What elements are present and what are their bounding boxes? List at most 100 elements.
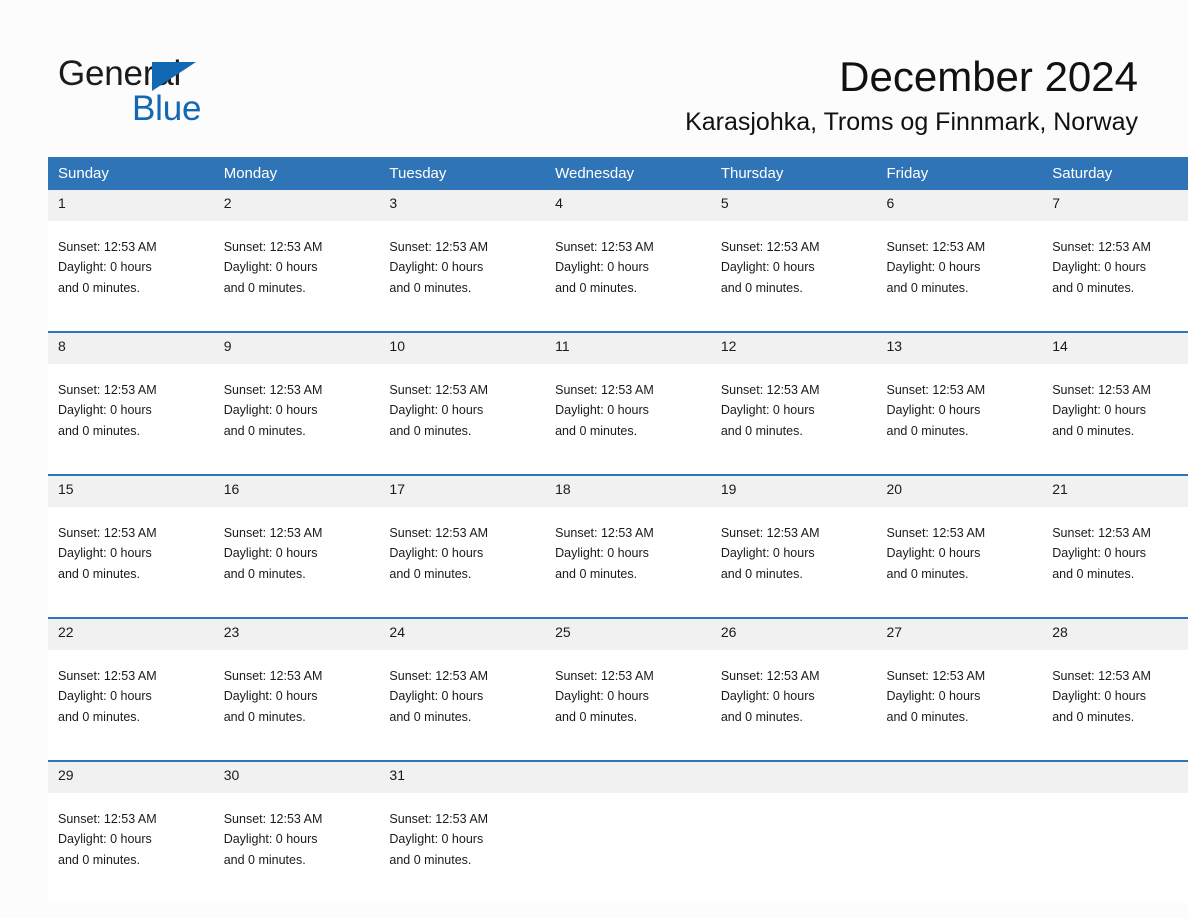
day-cell[interactable]: Sunset: 12:53 AM Daylight: 0 hours and 0 m… (213, 364, 380, 475)
day-sunset-text: Sunset: 12:53 AM (555, 240, 654, 254)
day-minutes-text: and 0 minutes. (58, 566, 140, 581)
day-cell[interactable]: Sunset: 12:53 AM Daylight: 0 hours and 0 m… (876, 650, 1043, 761)
day-cell[interactable]: Sunset: 12:53 AM Daylight: 0 hours and 0 m… (1042, 364, 1188, 475)
day-number[interactable]: 25 (545, 617, 711, 650)
day-daylight-text: Daylight: 0 hours (720, 260, 815, 275)
day-number[interactable]: 8 (48, 331, 214, 364)
day-number[interactable]: 6 (876, 190, 1043, 221)
day-number-empty (1042, 760, 1188, 793)
day-sunset-text: Sunset: 12:53 AM (58, 383, 157, 397)
day-number[interactable]: 11 (545, 331, 711, 364)
day-cell[interactable]: Sunset: 12:53 AM Daylight: 0 hours and 0 m… (710, 507, 877, 618)
day-minutes-text: and 0 minutes. (58, 852, 140, 867)
weekday-header-monday: Monday (213, 157, 380, 190)
day-daylight-text: Daylight: 0 hours (58, 260, 152, 275)
day-number[interactable]: 12 (710, 331, 877, 364)
day-cell[interactable]: Sunset: 12:53 AM Daylight: 0 hours and 0 m… (710, 364, 877, 475)
day-number[interactable]: 17 (379, 474, 546, 507)
day-daylight-text: Daylight: 0 hours (1052, 546, 1147, 561)
day-cell[interactable]: Sunset: 12:53 AM Daylight: 0 hours and 0 m… (710, 221, 877, 332)
day-cell[interactable]: Sunset: 12:53 AM Daylight: 0 hours and 0 m… (1042, 507, 1188, 618)
day-minutes-text: and 0 minutes. (720, 280, 803, 295)
day-number[interactable]: 9 (213, 331, 380, 364)
day-cell[interactable]: Sunset: 12:53 AM Daylight: 0 hours and 0 m… (48, 650, 214, 761)
day-cell[interactable]: Sunset: 12:53 AM Daylight: 0 hours and 0 m… (1042, 650, 1188, 761)
weekday-header-saturday: Saturday (1042, 157, 1188, 190)
day-minutes-text: and 0 minutes. (223, 709, 306, 724)
day-cell[interactable]: Sunset: 12:53 AM Daylight: 0 hours and 0 m… (876, 221, 1043, 332)
day-number[interactable]: 15 (48, 474, 214, 507)
day-minutes-text: and 0 minutes. (555, 566, 638, 581)
day-sunset-text: Sunset: 12:53 AM (1052, 383, 1151, 397)
day-cell[interactable]: Sunset: 12:53 AM Daylight: 0 hours and 0 m… (48, 507, 214, 618)
day-cell[interactable]: Sunset: 12:53 AM Daylight: 0 hours and 0 m… (876, 364, 1043, 475)
day-number[interactable]: 30 (213, 760, 380, 793)
day-sunset-text: Sunset: 12:53 AM (389, 812, 489, 826)
day-minutes-text: and 0 minutes. (223, 423, 306, 438)
day-cell[interactable]: Sunset: 12:53 AM Daylight: 0 hours and 0 m… (213, 507, 380, 618)
day-number[interactable]: 20 (876, 474, 1043, 507)
day-cell[interactable]: Sunset: 12:53 AM Daylight: 0 hours and 0 m… (213, 650, 380, 761)
day-cell[interactable]: Sunset: 12:53 AM Daylight: 0 hours and 0 m… (379, 364, 546, 475)
day-daylight-text: Daylight: 0 hours (1052, 689, 1147, 704)
day-cell[interactable]: Sunset: 12:53 AM Daylight: 0 hours and 0 m… (48, 793, 214, 903)
day-number[interactable]: 3 (379, 190, 546, 221)
day-number[interactable]: 23 (213, 617, 380, 650)
day-sunset-text: Sunset: 12:53 AM (223, 383, 323, 397)
day-sunset-text: Sunset: 12:53 AM (223, 240, 323, 254)
weekday-header-thursday: Thursday (710, 157, 877, 190)
day-minutes-text: and 0 minutes. (720, 709, 803, 724)
day-sunset-text: Sunset: 12:53 AM (720, 526, 820, 540)
day-cell[interactable]: Sunset: 12:53 AM Daylight: 0 hours and 0 m… (545, 507, 711, 618)
day-cell-empty (876, 793, 1043, 903)
day-daylight-text: Daylight: 0 hours (720, 403, 815, 418)
day-cell[interactable]: Sunset: 12:53 AM Daylight: 0 hours and 0 m… (545, 650, 711, 761)
day-number[interactable]: 28 (1042, 617, 1188, 650)
day-cell[interactable]: Sunset: 12:53 AM Daylight: 0 hours and 0 m… (213, 221, 380, 332)
day-number[interactable]: 4 (545, 190, 711, 221)
day-number[interactable]: 13 (876, 331, 1043, 364)
day-number[interactable]: 16 (213, 474, 380, 507)
day-sunset-text: Sunset: 12:53 AM (555, 526, 654, 540)
day-minutes-text: and 0 minutes. (1052, 423, 1135, 438)
day-cell[interactable]: Sunset: 12:53 AM Daylight: 0 hours and 0 m… (379, 793, 546, 903)
day-number[interactable]: 31 (379, 760, 546, 793)
day-number[interactable]: 10 (379, 331, 546, 364)
day-cell[interactable]: Sunset: 12:53 AM Daylight: 0 hours and 0 m… (545, 364, 711, 475)
day-number[interactable]: 24 (379, 617, 546, 650)
day-number[interactable]: 2 (213, 190, 380, 221)
day-number-empty (876, 760, 1043, 793)
day-sunset-text: Sunset: 12:53 AM (720, 240, 820, 254)
day-number[interactable]: 14 (1042, 331, 1188, 364)
day-number[interactable]: 18 (545, 474, 711, 507)
day-cell[interactable]: Sunset: 12:53 AM Daylight: 0 hours and 0 m… (876, 507, 1043, 618)
day-daylight-text: Daylight: 0 hours (223, 260, 318, 275)
day-cell[interactable]: Sunset: 12:53 AM Daylight: 0 hours and 0 m… (48, 364, 214, 475)
day-cell[interactable]: Sunset: 12:53 AM Daylight: 0 hours and 0 m… (1042, 221, 1188, 332)
day-cell[interactable]: Sunset: 12:53 AM Daylight: 0 hours and 0 m… (48, 221, 214, 332)
day-cell[interactable]: Sunset: 12:53 AM Daylight: 0 hours and 0 m… (379, 507, 546, 618)
general-blue-logo[interactable]: General Blue (58, 54, 258, 128)
day-number[interactable]: 29 (48, 760, 214, 793)
day-cell[interactable]: Sunset: 12:53 AM Daylight: 0 hours and 0 m… (379, 221, 546, 332)
day-number[interactable]: 27 (876, 617, 1043, 650)
calendar-header-row: Sunday Monday Tuesday Wednesday Thursday… (48, 157, 1188, 190)
day-daylight-text: Daylight: 0 hours (1052, 403, 1147, 418)
calendar-week-numbers-row: 15 16 17 18 19 20 21 (48, 474, 1188, 507)
day-number[interactable]: 22 (48, 617, 214, 650)
day-cell[interactable]: Sunset: 12:53 AM Daylight: 0 hours and 0 m… (710, 650, 877, 761)
day-cell[interactable]: Sunset: 12:53 AM Daylight: 0 hours and 0 m… (213, 793, 380, 903)
day-number[interactable]: 1 (48, 190, 214, 221)
day-cell[interactable]: Sunset: 12:53 AM Daylight: 0 hours and 0 m… (545, 221, 711, 332)
day-number[interactable]: 21 (1042, 474, 1188, 507)
day-cell[interactable]: Sunset: 12:53 AM Daylight: 0 hours and 0 m… (379, 650, 546, 761)
weekday-header-wednesday: Wednesday (545, 157, 711, 190)
weekday-header-friday: Friday (876, 157, 1043, 190)
day-minutes-text: and 0 minutes. (223, 280, 306, 295)
day-number[interactable]: 26 (710, 617, 877, 650)
day-sunset-text: Sunset: 12:53 AM (886, 669, 986, 683)
day-number[interactable]: 5 (710, 190, 877, 221)
day-sunset-text: Sunset: 12:53 AM (720, 669, 820, 683)
day-number[interactable]: 7 (1042, 190, 1188, 221)
day-number[interactable]: 19 (710, 474, 877, 507)
